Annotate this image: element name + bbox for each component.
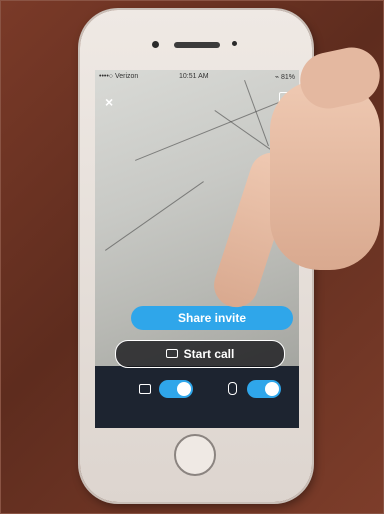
sensor <box>232 41 237 46</box>
battery-label: ⌁ 81% <box>274 74 295 81</box>
phone-body: ••••○ Verizon 10:51 AM ⌁ 81% × Share inv… <box>80 10 312 502</box>
carrier-label: ••••○ Verizon <box>99 73 139 80</box>
share-invite-button[interactable]: Share invite <box>131 306 293 330</box>
start-call-label: Start call <box>183 347 235 361</box>
front-camera <box>152 41 159 48</box>
earpiece-speaker <box>174 42 220 48</box>
status-bar: ••••○ Verizon 10:51 AM ⌁ 81% <box>95 70 299 84</box>
screen-crack <box>105 181 204 251</box>
home-button[interactable] <box>174 434 216 476</box>
video-camera-icon <box>165 349 178 359</box>
start-call-button[interactable]: Start call <box>115 340 285 368</box>
video-camera-icon <box>139 384 151 394</box>
mic-toggle[interactable] <box>247 380 281 398</box>
clock-label: 10:51 AM <box>179 73 209 80</box>
close-icon[interactable]: × <box>105 94 113 110</box>
microphone-icon <box>228 382 237 395</box>
video-toggle[interactable] <box>159 380 193 398</box>
